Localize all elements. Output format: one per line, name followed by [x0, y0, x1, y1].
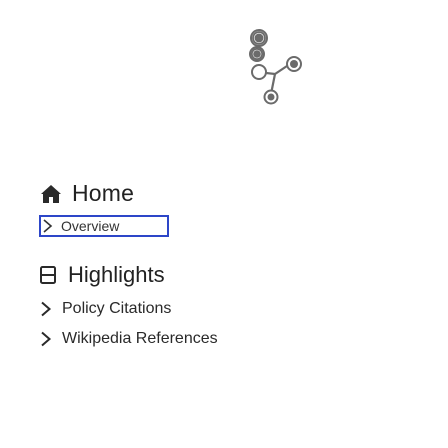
overview-label: Overview — [61, 218, 120, 234]
home-icon — [41, 184, 61, 203]
list-item-label: Policy Citations — [62, 300, 172, 317]
chevron-right-icon — [41, 301, 52, 317]
home-label: Home — [72, 180, 135, 206]
highlights-heading: Highlights — [40, 262, 165, 288]
list-item-policy-citations[interactable]: Policy Citations — [40, 300, 171, 318]
home-link[interactable]: Home — [40, 180, 134, 207]
list-item-label: Wikipedia References — [62, 330, 218, 347]
list-item-wikipedia-references[interactable]: Wikipedia References — [40, 330, 218, 348]
document-icon — [40, 266, 56, 284]
caret-right-icon — [43, 219, 53, 233]
chevron-right-icon — [41, 331, 52, 347]
page: Home Overview Highlights Policy Citation… — [0, 0, 448, 448]
overview-link[interactable]: Overview — [39, 215, 169, 237]
highlights-label: Highlights — [68, 262, 165, 287]
molecule-logo — [249, 29, 302, 105]
